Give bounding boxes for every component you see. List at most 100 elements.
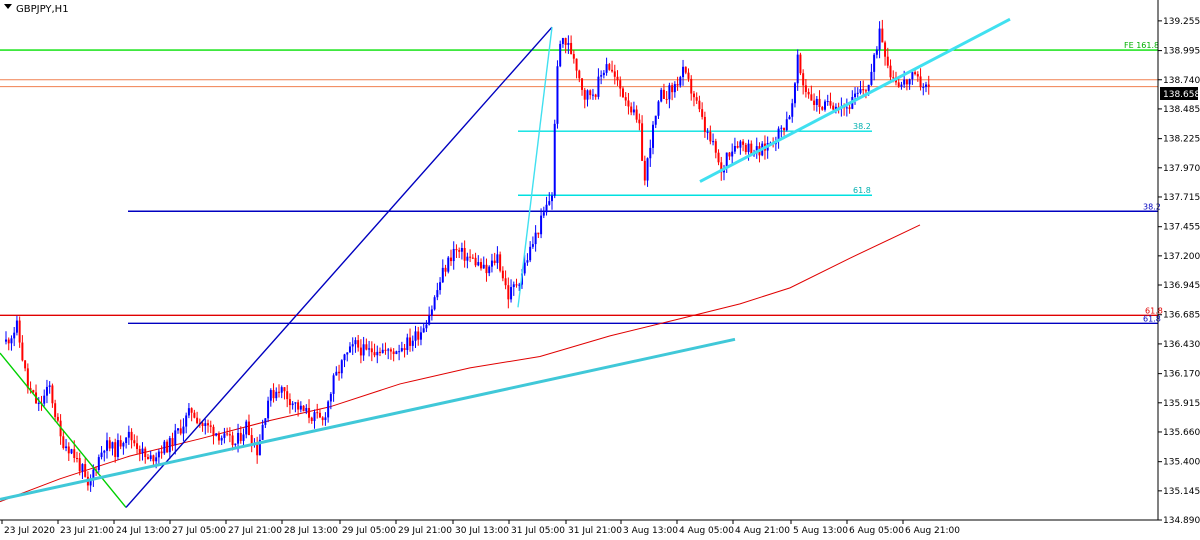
candle-body <box>742 141 745 145</box>
candle-body <box>130 431 133 441</box>
candle-body <box>624 97 627 101</box>
candle-body <box>155 457 158 462</box>
candle-body <box>127 431 130 438</box>
candle-body <box>75 458 78 460</box>
candle-body <box>608 64 611 70</box>
candle-body <box>589 90 592 96</box>
current-price-label: 138.658 <box>1163 90 1200 100</box>
candle-body <box>204 423 207 426</box>
candle-body <box>471 257 474 259</box>
candle-body <box>108 440 111 449</box>
candle-body <box>597 76 600 97</box>
x-tick-label: 27 Jul 21:00 <box>228 526 282 536</box>
candle-body <box>237 432 240 444</box>
candle-body <box>728 152 731 157</box>
candle-body <box>433 297 436 310</box>
fib-level-label: 61.8 <box>853 186 871 195</box>
candle-body <box>458 250 461 252</box>
candle-body <box>548 201 551 205</box>
candle-body <box>687 72 690 79</box>
candle-body <box>496 254 499 263</box>
candle-body <box>436 290 439 298</box>
candle-body <box>886 56 889 66</box>
candle-body <box>460 248 463 252</box>
candle-body <box>824 101 826 110</box>
candle-body <box>821 106 824 110</box>
candle-body <box>406 337 409 351</box>
candle-body <box>600 75 603 77</box>
candle-body <box>551 195 553 202</box>
candle-body <box>379 351 382 353</box>
y-tick-label: 137.455 <box>1163 223 1200 233</box>
candle-body <box>297 402 300 410</box>
candle-body <box>807 91 810 95</box>
y-tick-label: 137.200 <box>1163 252 1200 262</box>
candle-body <box>373 352 376 356</box>
candle-body <box>376 351 379 356</box>
candle-body <box>652 124 655 148</box>
candle-body <box>635 109 638 120</box>
x-tick-label: 29 Jul 05:00 <box>342 526 396 536</box>
candle-body <box>466 256 469 261</box>
candle-body <box>469 256 472 258</box>
candle-body <box>264 418 267 425</box>
candle-body <box>223 433 226 438</box>
y-tick-label: 137.970 <box>1163 164 1200 174</box>
x-tick-label: 31 Jul 21:00 <box>568 526 622 536</box>
candle-body <box>302 405 305 412</box>
candle-body <box>103 450 106 453</box>
candle-body <box>67 446 70 454</box>
candle-body <box>97 457 100 470</box>
candle-body <box>359 347 362 356</box>
x-tick-label: 3 Aug 13:00 <box>623 526 678 536</box>
candle-body <box>278 391 280 393</box>
candle-body <box>136 443 139 450</box>
candle-body <box>62 436 65 449</box>
candle-body <box>332 375 335 394</box>
candle-body <box>856 92 859 94</box>
candle-body <box>613 71 616 77</box>
candle-body <box>583 89 586 100</box>
candle-body <box>43 395 46 404</box>
candle-body <box>638 119 641 124</box>
candle-body <box>286 391 289 400</box>
candle-body <box>796 54 799 84</box>
candle-body <box>196 417 199 424</box>
candle-body <box>632 109 635 113</box>
y-tick-label: 138.485 <box>1163 105 1200 115</box>
candle-body <box>916 74 919 77</box>
candle-body <box>305 407 308 412</box>
y-tick-label: 138.225 <box>1163 135 1200 145</box>
candle-body <box>5 339 7 342</box>
candle-body <box>144 448 147 458</box>
candle-body <box>864 90 867 92</box>
candle-body <box>660 89 663 102</box>
chart-window[interactable]: FE 161.8 38.2 61.8 38.2 61.8 61.8 139.255 138.… <box>0 0 1200 540</box>
candle-body <box>7 339 10 344</box>
candle-body <box>18 320 21 343</box>
candle-body <box>499 254 502 271</box>
candle-body <box>54 403 57 417</box>
candle-body <box>288 399 291 406</box>
candle-body <box>714 141 717 153</box>
candle-body <box>256 443 259 456</box>
candle-body <box>163 441 166 454</box>
candle-body <box>829 101 832 106</box>
candle-body <box>510 287 513 300</box>
candle-body <box>534 232 537 245</box>
candle-body <box>507 285 510 300</box>
price-chart[interactable]: FE 161.838.261.838.261.861.8 139.255138.… <box>0 0 1200 540</box>
candle-body <box>138 449 141 454</box>
candle-body <box>712 141 715 143</box>
candle-body <box>179 428 182 434</box>
candle-body <box>684 66 687 73</box>
candle-body <box>275 391 278 399</box>
candle-body <box>190 408 193 413</box>
candle-body <box>581 78 584 90</box>
candle-body <box>621 88 624 98</box>
y-tick-label: 138.740 <box>1163 76 1200 86</box>
candle-body <box>591 94 594 96</box>
candle-body <box>166 441 169 453</box>
candle-body <box>649 147 652 159</box>
candle-body <box>572 54 575 59</box>
